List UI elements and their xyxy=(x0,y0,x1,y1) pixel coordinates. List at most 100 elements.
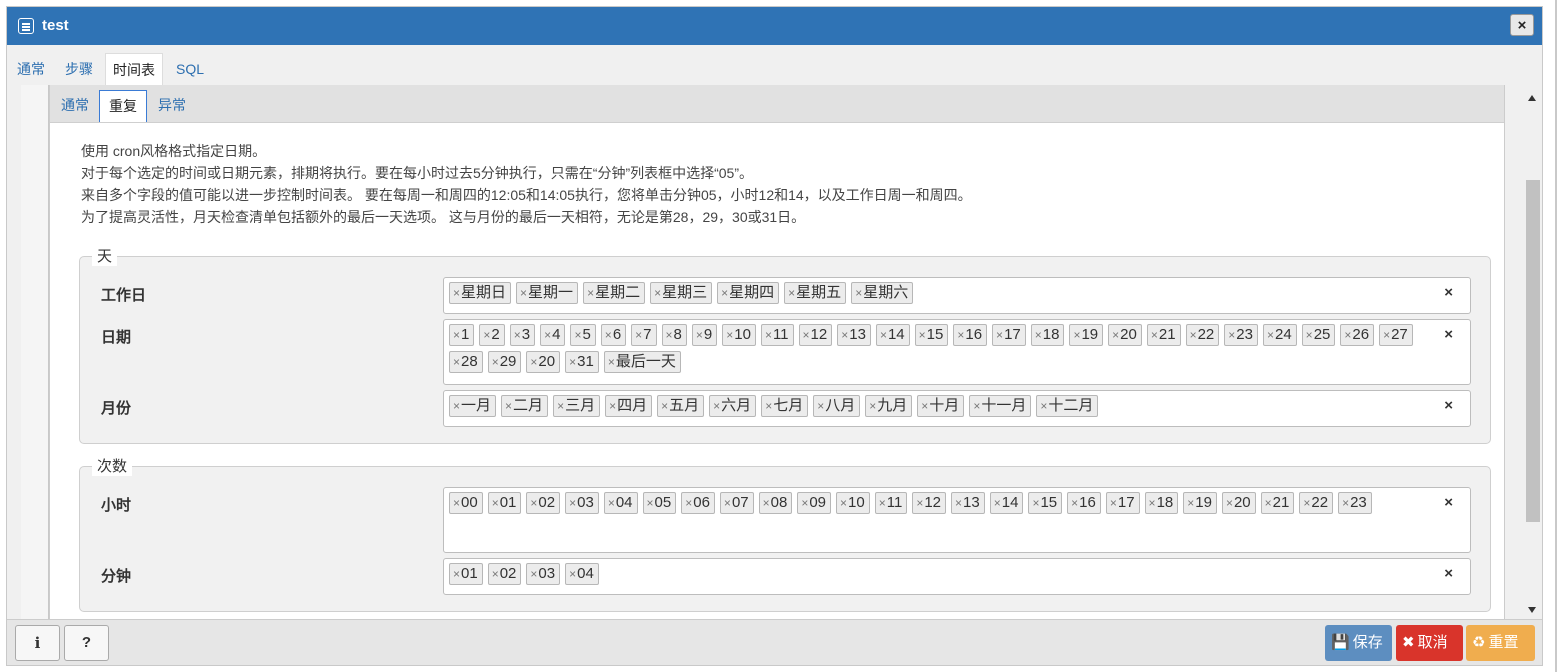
remove-chip-icon[interactable]: × xyxy=(514,328,521,342)
remove-chip-icon[interactable]: × xyxy=(530,567,537,581)
remove-chip-icon[interactable]: × xyxy=(635,328,642,342)
remove-chip-icon[interactable]: × xyxy=(921,399,928,413)
minutes-clear-icon[interactable]: × xyxy=(1444,565,1453,582)
reset-button[interactable]: ♻ 重置 xyxy=(1466,625,1535,661)
remove-chip-icon[interactable]: × xyxy=(1149,496,1156,510)
subtab-repeat[interactable]: 重复 xyxy=(99,90,147,122)
remove-chip-icon[interactable]: × xyxy=(569,567,576,581)
remove-chip-icon[interactable]: × xyxy=(666,328,673,342)
dates-select[interactable]: ×1 ×2 ×3 ×4 ×5 ×6 ×7 ×8 ×9 ×10 ×11 ×12 ×13 ×14 ×15 ×16 ×… xyxy=(443,319,1471,385)
subtab-exceptions[interactable]: 异常 xyxy=(149,90,195,122)
scroll-up-arrow-icon[interactable] xyxy=(1528,95,1536,101)
remove-chip-icon[interactable]: × xyxy=(1265,496,1272,510)
remove-chip-icon[interactable]: × xyxy=(841,328,848,342)
remove-chip-icon[interactable]: × xyxy=(685,496,692,510)
remove-chip-icon[interactable]: × xyxy=(453,496,460,510)
remove-chip-icon[interactable]: × xyxy=(765,399,772,413)
remove-chip-icon[interactable]: × xyxy=(855,286,862,300)
remove-chip-icon[interactable]: × xyxy=(916,496,923,510)
remove-chip-icon[interactable]: × xyxy=(544,328,551,342)
remove-chip-icon[interactable]: × xyxy=(453,328,460,342)
remove-chip-icon[interactable]: × xyxy=(1035,328,1042,342)
remove-chip-icon[interactable]: × xyxy=(803,328,810,342)
remove-chip-icon[interactable]: × xyxy=(973,399,980,413)
remove-chip-icon[interactable]: × xyxy=(879,496,886,510)
remove-chip-icon[interactable]: × xyxy=(994,496,1001,510)
remove-chip-icon[interactable]: × xyxy=(713,399,720,413)
hours-select[interactable]: ×00 ×01 ×02 ×03 ×04 ×05 ×06 ×07 ×08 ×09 ×10 ×11 ×12 ×… xyxy=(443,487,1471,553)
info-button[interactable]: i xyxy=(15,625,60,661)
remove-chip-icon[interactable]: × xyxy=(1040,399,1047,413)
tab-sql[interactable]: SQL xyxy=(169,53,211,85)
hours-clear-icon[interactable]: × xyxy=(1444,494,1453,511)
remove-chip-icon[interactable]: × xyxy=(1226,496,1233,510)
remove-chip-icon[interactable]: × xyxy=(726,328,733,342)
remove-chip-icon[interactable]: × xyxy=(1267,328,1274,342)
tab-schedules[interactable]: 时间表 xyxy=(105,53,163,85)
remove-chip-icon[interactable]: × xyxy=(724,496,731,510)
remove-chip-icon[interactable]: × xyxy=(530,496,537,510)
remove-chip-icon[interactable]: × xyxy=(557,399,564,413)
remove-chip-icon[interactable]: × xyxy=(765,328,772,342)
remove-chip-icon[interactable]: × xyxy=(788,286,795,300)
remove-chip-icon[interactable]: × xyxy=(957,328,964,342)
remove-chip-icon[interactable]: × xyxy=(608,355,615,369)
remove-chip-icon[interactable]: × xyxy=(505,399,512,413)
remove-chip-icon[interactable]: × xyxy=(880,328,887,342)
remove-chip-icon[interactable]: × xyxy=(453,399,460,413)
remove-chip-icon[interactable]: × xyxy=(1383,328,1390,342)
remove-chip-icon[interactable]: × xyxy=(608,496,615,510)
remove-chip-icon[interactable]: × xyxy=(955,496,962,510)
tab-general[interactable]: 通常 xyxy=(10,53,52,85)
remove-chip-icon[interactable]: × xyxy=(1110,496,1117,510)
remove-chip-icon[interactable]: × xyxy=(569,496,576,510)
scroll-down-arrow-icon[interactable] xyxy=(1528,607,1536,613)
remove-chip-icon[interactable]: × xyxy=(574,328,581,342)
remove-chip-icon[interactable]: × xyxy=(801,496,808,510)
remove-chip-icon[interactable]: × xyxy=(1190,328,1197,342)
remove-chip-icon[interactable]: × xyxy=(1306,328,1313,342)
remove-chip-icon[interactable]: × xyxy=(1071,496,1078,510)
remove-chip-icon[interactable]: × xyxy=(817,399,824,413)
remove-chip-icon[interactable]: × xyxy=(492,355,499,369)
remove-chip-icon[interactable]: × xyxy=(1303,496,1310,510)
subtab-general[interactable]: 通常 xyxy=(52,90,98,122)
dates-clear-icon[interactable]: × xyxy=(1444,326,1453,343)
remove-chip-icon[interactable]: × xyxy=(605,328,612,342)
remove-chip-icon[interactable]: × xyxy=(1187,496,1194,510)
remove-chip-icon[interactable]: × xyxy=(1032,496,1039,510)
remove-chip-icon[interactable]: × xyxy=(492,567,499,581)
minutes-select[interactable]: ×01 ×02 ×03 ×04 × xyxy=(443,558,1471,595)
remove-chip-icon[interactable]: × xyxy=(763,496,770,510)
remove-chip-icon[interactable]: × xyxy=(696,328,703,342)
months-select[interactable]: ×一月 ×二月 ×三月 ×四月 ×五月 ×六月 ×七月 ×八月 ×九月 ×十月 ×十一月 ×十二月 × xyxy=(443,390,1471,427)
remove-chip-icon[interactable]: × xyxy=(1151,328,1158,342)
remove-chip-icon[interactable]: × xyxy=(1342,496,1349,510)
help-button[interactable]: ? xyxy=(64,625,109,661)
remove-chip-icon[interactable]: × xyxy=(530,355,537,369)
weekdays-clear-icon[interactable]: × xyxy=(1444,284,1453,301)
remove-chip-icon[interactable]: × xyxy=(1344,328,1351,342)
months-clear-icon[interactable]: × xyxy=(1444,397,1453,414)
remove-chip-icon[interactable]: × xyxy=(1073,328,1080,342)
remove-chip-icon[interactable]: × xyxy=(492,496,499,510)
weekdays-select[interactable]: ×星期日 ×星期一 ×星期二 ×星期三 ×星期四 ×星期五 ×星期六 × xyxy=(443,277,1471,314)
remove-chip-icon[interactable]: × xyxy=(919,328,926,342)
remove-chip-icon[interactable]: × xyxy=(1112,328,1119,342)
remove-chip-icon[interactable]: × xyxy=(840,496,847,510)
remove-chip-icon[interactable]: × xyxy=(587,286,594,300)
remove-chip-icon[interactable]: × xyxy=(647,496,654,510)
remove-chip-icon[interactable]: × xyxy=(609,399,616,413)
remove-chip-icon[interactable]: × xyxy=(869,399,876,413)
close-button[interactable]: × xyxy=(1510,14,1534,36)
remove-chip-icon[interactable]: × xyxy=(520,286,527,300)
save-button[interactable]: 💾 保存 xyxy=(1325,625,1392,661)
remove-chip-icon[interactable]: × xyxy=(1228,328,1235,342)
scrollbar-thumb[interactable] xyxy=(1526,180,1540,522)
remove-chip-icon[interactable]: × xyxy=(996,328,1003,342)
cancel-button[interactable]: ✖ 取消 xyxy=(1396,625,1463,661)
remove-chip-icon[interactable]: × xyxy=(453,355,460,369)
remove-chip-icon[interactable]: × xyxy=(661,399,668,413)
remove-chip-icon[interactable]: × xyxy=(453,286,460,300)
remove-chip-icon[interactable]: × xyxy=(654,286,661,300)
